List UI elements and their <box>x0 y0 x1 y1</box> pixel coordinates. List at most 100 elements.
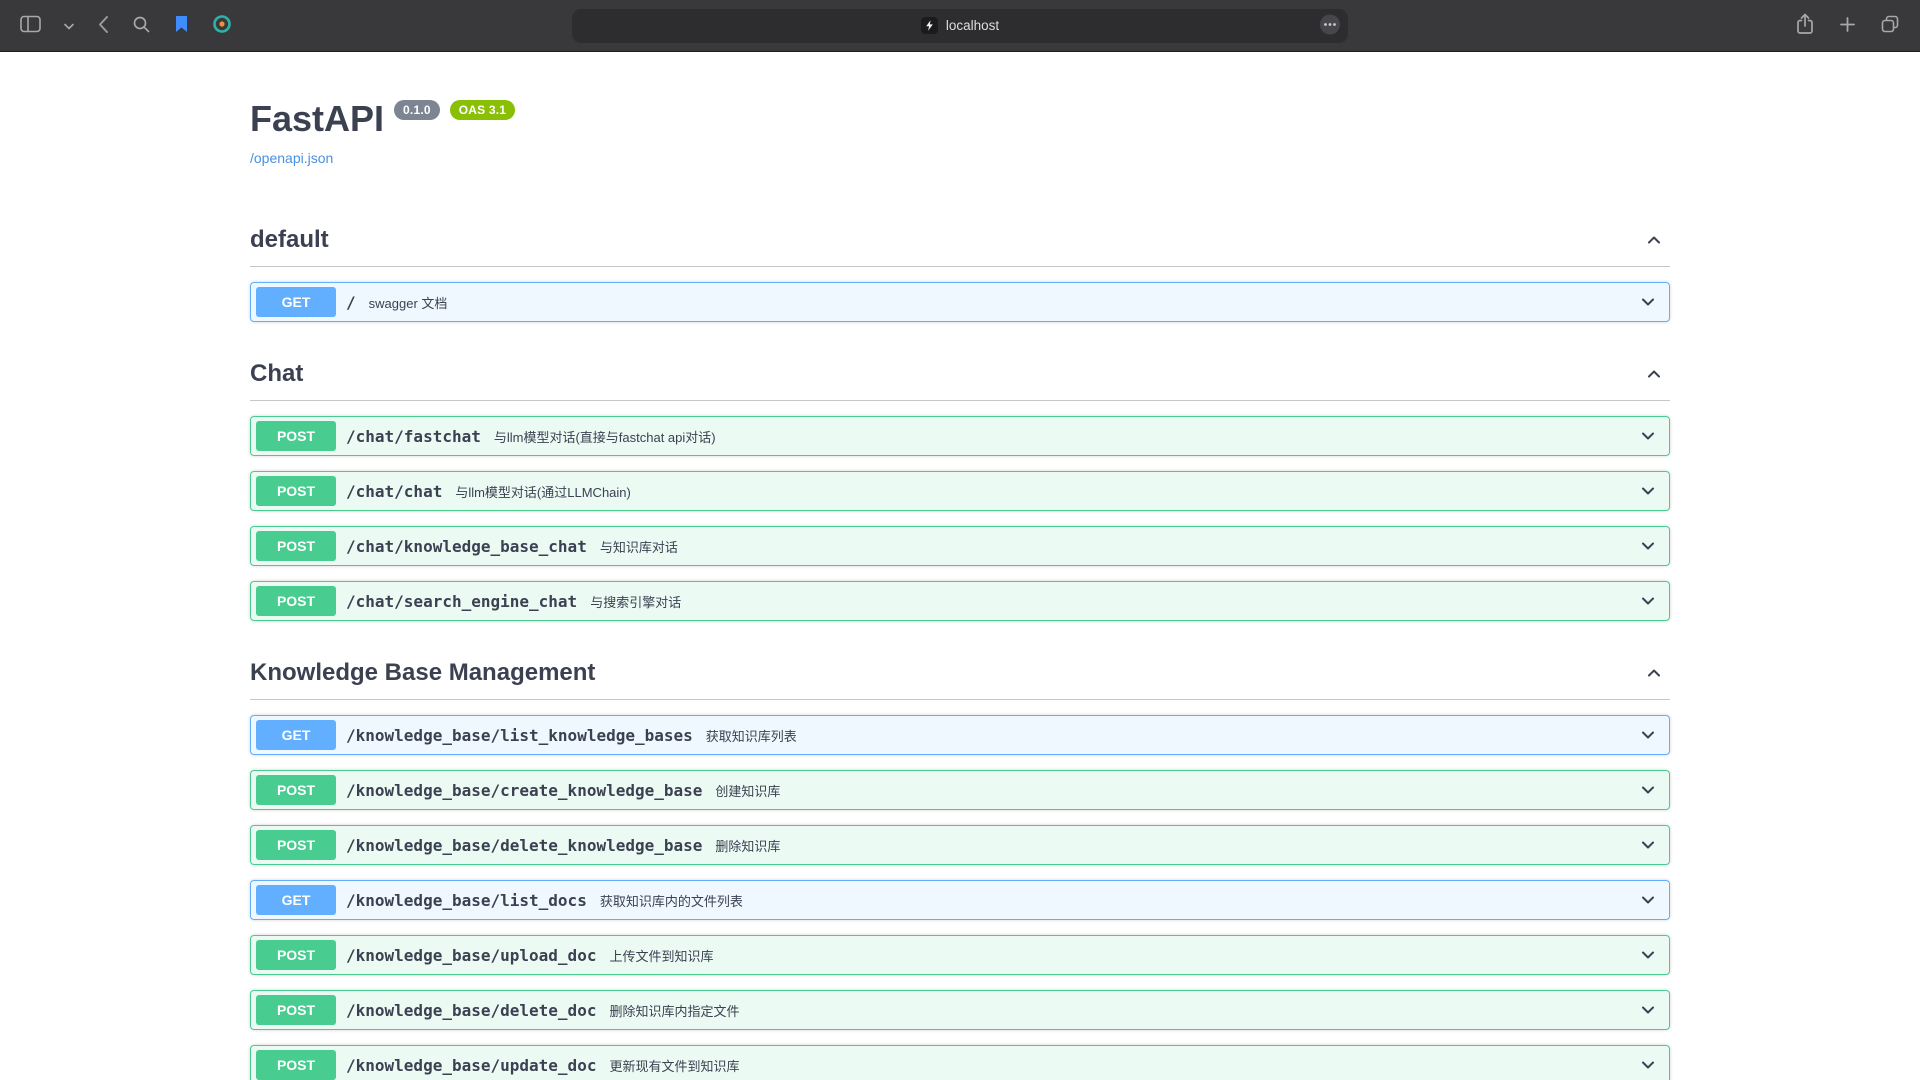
section-header-default[interactable]: default <box>250 216 1670 267</box>
share-button[interactable] <box>1791 8 1819 43</box>
version-badge: 0.1.0 <box>394 100 440 120</box>
endpoint-path: /knowledge_base/create_knowledge_base <box>346 781 702 800</box>
endpoint-path: /knowledge_base/upload_doc <box>346 946 596 965</box>
operation-row[interactable]: POST/knowledge_base/delete_knowledge_bas… <box>250 825 1670 865</box>
method-badge: POST <box>256 995 336 1025</box>
expand-operation-button[interactable] <box>1638 426 1658 446</box>
openapi-spec-link[interactable]: /openapi.json <box>250 150 333 166</box>
section-collapse-button[interactable] <box>1642 661 1666 685</box>
section-header-chat[interactable]: Chat <box>250 350 1670 401</box>
chevron-down-icon <box>1638 835 1658 855</box>
oas-badge: OAS 3.1 <box>450 100 515 120</box>
operation-row[interactable]: GET/knowledge_base/list_knowledge_bases 获… <box>250 715 1670 755</box>
expand-operation-button[interactable] <box>1638 780 1658 800</box>
endpoint-description: 删除知识库 <box>715 836 780 855</box>
method-badge: POST <box>256 586 336 616</box>
operation-row[interactable]: POST/chat/knowledge_base_chat与知识库对话 <box>250 526 1670 566</box>
section-collapse-button[interactable] <box>1642 362 1666 386</box>
expand-operation-button[interactable] <box>1638 591 1658 611</box>
expand-operation-button[interactable] <box>1638 725 1658 745</box>
endpoint-path: /knowledge_base/update_doc <box>346 1056 596 1075</box>
endpoint-description: 获取知识库列表 <box>706 726 797 745</box>
share-icon <box>1795 12 1815 39</box>
chevron-up-icon <box>1644 364 1664 384</box>
chevron-down-icon <box>1638 292 1658 312</box>
operation-row[interactable]: POST/knowledge_base/upload_doc 上传文件到知识库 <box>250 935 1670 975</box>
api-tag-section: Knowledge Base Management GET/knowledge_b… <box>250 649 1670 1080</box>
chevron-down-icon <box>1638 890 1658 910</box>
section-collapse-button[interactable] <box>1642 228 1666 252</box>
chevron-down-icon <box>1638 725 1658 745</box>
operation-row[interactable]: POST/chat/chat与llm模型对话(通过LLMChain) <box>250 471 1670 511</box>
endpoint-path: /knowledge_base/delete_knowledge_base <box>346 836 702 855</box>
page-settings-button[interactable] <box>1319 13 1341 38</box>
tab-overview-icon <box>1880 14 1900 37</box>
endpoint-description: 与搜索引擎对话 <box>590 592 681 611</box>
expand-operation-button[interactable] <box>1638 835 1658 855</box>
expand-operation-button[interactable] <box>1638 1000 1658 1020</box>
method-badge: GET <box>256 885 336 915</box>
expand-operation-button[interactable] <box>1638 890 1658 910</box>
sidebar-menu-button[interactable] <box>60 14 78 37</box>
endpoint-description: 与知识库对话 <box>600 537 678 556</box>
expand-operation-button[interactable] <box>1638 945 1658 965</box>
chevron-down-icon <box>1638 591 1658 611</box>
expand-operation-button[interactable] <box>1638 292 1658 312</box>
expand-operation-button[interactable] <box>1638 481 1658 501</box>
expand-operation-button[interactable] <box>1638 1055 1658 1075</box>
endpoint-path: /knowledge_base/list_knowledge_bases <box>346 726 693 745</box>
endpoint-description: 与llm模型对话(直接与fastchat api对话) <box>494 427 716 446</box>
method-badge: POST <box>256 830 336 860</box>
method-badge: GET <box>256 720 336 750</box>
chevron-down-icon <box>1638 426 1658 446</box>
operation-row[interactable]: GET/swagger 文档 <box>250 282 1670 322</box>
new-tab-plus-icon <box>1838 15 1857 37</box>
endpoint-description: 删除知识库内指定文件 <box>609 1001 739 1020</box>
operation-row[interactable]: POST/knowledge_base/update_doc更新现有文件到知识库 <box>250 1045 1670 1080</box>
tab-overview-button[interactable] <box>1876 10 1904 41</box>
url-text: localhost <box>946 18 999 33</box>
endpoint-path: /knowledge_base/list_docs <box>346 891 587 910</box>
expand-operation-button[interactable] <box>1638 536 1658 556</box>
api-title: FastAPI 0.1.0 OAS 3.1 <box>250 98 1670 140</box>
sidebar-toggle-icon <box>20 15 41 36</box>
operation-row[interactable]: POST/chat/search_engine_chat 与搜索引擎对话 <box>250 581 1670 621</box>
endpoint-path: /chat/chat <box>346 482 442 501</box>
extension-target-icon <box>212 14 232 37</box>
endpoint-path: / <box>346 293 356 312</box>
api-tag-section: Chat POST/chat/fastchat与llm模型对话(直接与fastch… <box>250 350 1670 621</box>
section-header-knowledge-base-management[interactable]: Knowledge Base Management <box>250 649 1670 700</box>
endpoint-description: swagger 文档 <box>369 293 448 312</box>
section-title: Chat <box>250 360 303 388</box>
operation-row[interactable]: POST/knowledge_base/create_knowledge_bas… <box>250 770 1670 810</box>
operation-row[interactable]: GET/knowledge_base/list_docs获取知识库内的文件列表 <box>250 880 1670 920</box>
chevron-down-icon <box>1638 945 1658 965</box>
sidebar-toggle-button[interactable] <box>16 11 45 40</box>
operation-row[interactable]: POST/knowledge_base/delete_doc 删除知识库内指定文件 <box>250 990 1670 1030</box>
method-badge: POST <box>256 775 336 805</box>
toolbar-right-group <box>1791 8 1904 43</box>
method-badge: POST <box>256 531 336 561</box>
back-button[interactable] <box>93 11 113 41</box>
endpoint-path: /chat/search_engine_chat <box>346 592 577 611</box>
new-tab-button[interactable] <box>1834 11 1861 41</box>
search-button[interactable] <box>128 11 155 41</box>
site-favicon <box>921 17 938 34</box>
chevron-down-icon <box>1638 536 1658 556</box>
toolbar-left-group <box>16 10 236 41</box>
extension-bookmark-button[interactable] <box>170 11 193 40</box>
api-info: FastAPI 0.1.0 OAS 3.1 /openapi.json <box>250 52 1670 188</box>
method-badge: POST <box>256 940 336 970</box>
search-icon <box>132 15 151 37</box>
operation-row[interactable]: POST/chat/fastchat与llm模型对话(直接与fastchat a… <box>250 416 1670 456</box>
endpoint-description: 创建知识库 <box>715 781 780 800</box>
browser-toolbar: localhost <box>0 0 1920 52</box>
address-bar[interactable]: localhost <box>572 9 1348 43</box>
extension-bookmark-icon <box>174 15 189 36</box>
endpoint-path: /knowledge_base/delete_doc <box>346 1001 596 1020</box>
endpoint-description: 上传文件到知识库 <box>609 946 713 965</box>
extension-target-button[interactable] <box>208 10 236 41</box>
chevron-down-icon <box>1638 1055 1658 1075</box>
chevron-up-icon <box>1644 230 1664 250</box>
api-sections: default GET / swagger 文档 Chat POST/chat/fastc… <box>250 216 1670 1080</box>
